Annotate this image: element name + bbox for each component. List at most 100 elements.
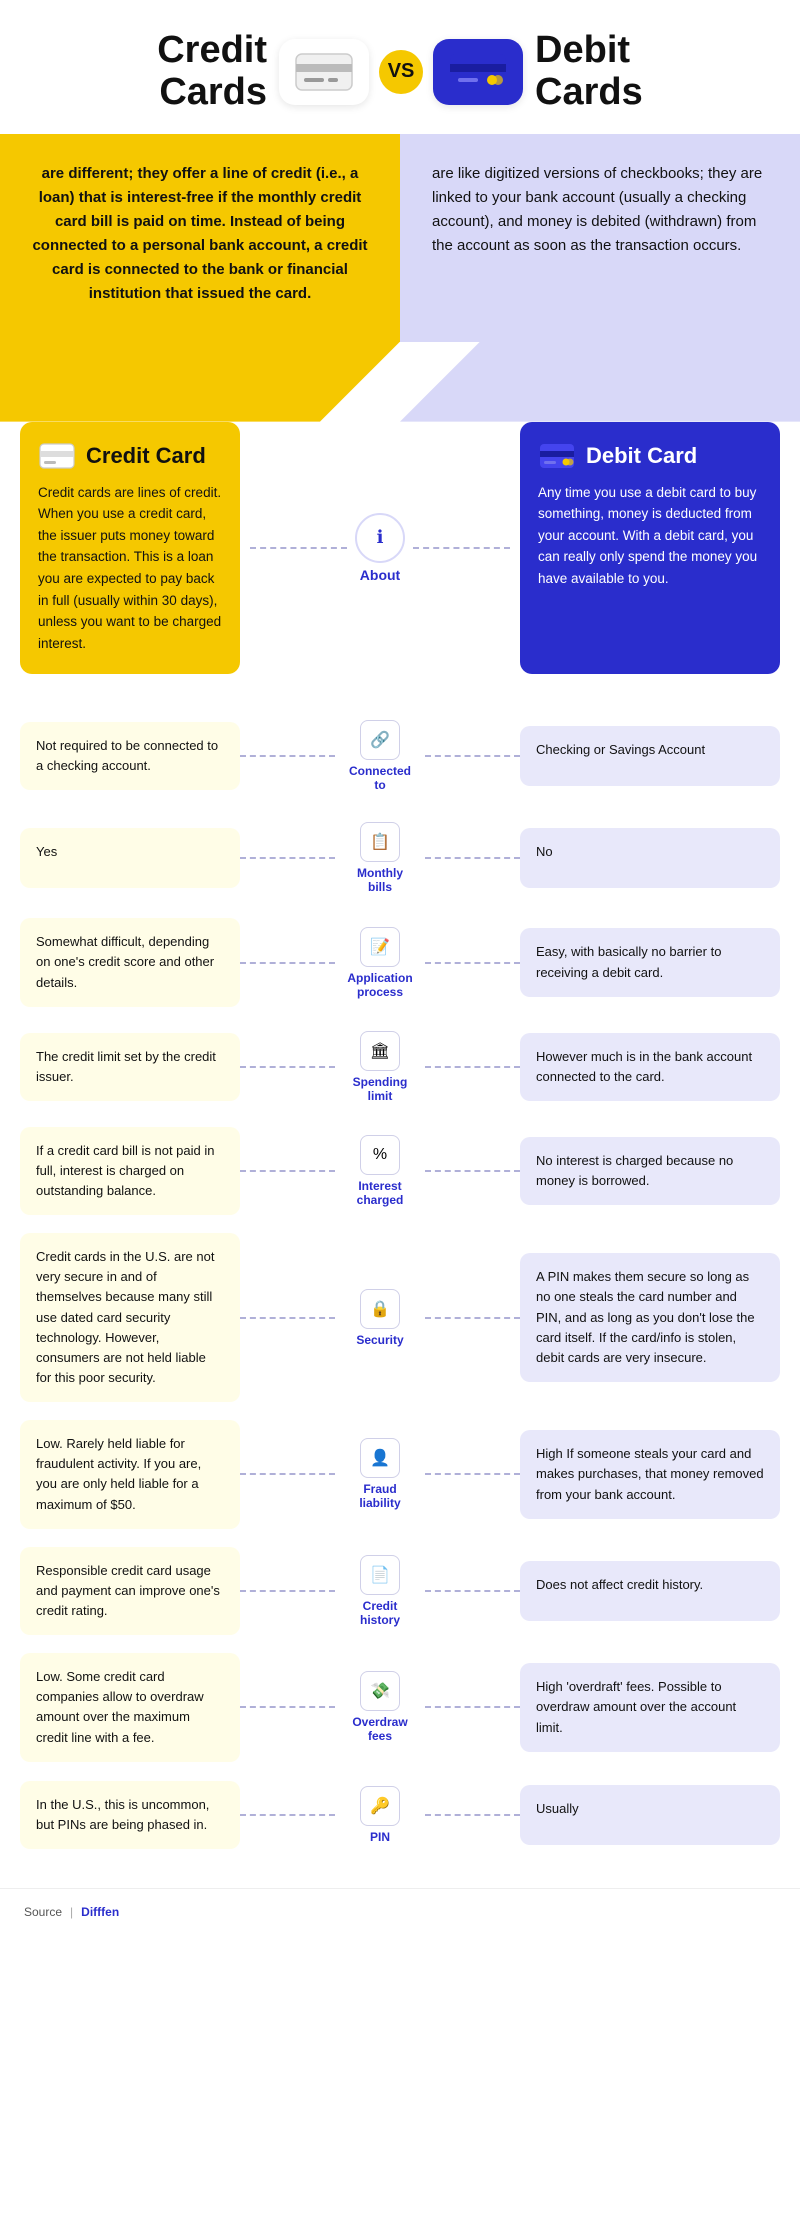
credit-card-icon [279, 39, 369, 105]
about-center: ℹ About [240, 422, 520, 675]
comparison-row: The credit limit set by the credit issue… [20, 1025, 780, 1109]
dashed-left-8 [240, 1706, 335, 1708]
comp-left-9: In the U.S., this is uncommon, but PINs … [20, 1781, 240, 1849]
intro-right: are like digitized versions of checkbook… [400, 134, 800, 342]
credit-card-small-icon [38, 442, 76, 470]
comp-center-8: 💸 Overdraw fees [335, 1665, 425, 1749]
comp-right-5: A PIN makes them secure so long as no on… [520, 1253, 780, 1382]
comp-center-3: 🏛 Spending limit [335, 1025, 425, 1109]
header-right: Debit Cards [433, 30, 643, 114]
comp-center-2: 📝 Application process [335, 921, 425, 1005]
dashed-left-0 [240, 755, 335, 757]
comparison-row: Responsible credit card usage and paymen… [20, 1547, 780, 1635]
credit-title: Credit Cards [157, 30, 267, 114]
diagonal-separator [0, 342, 800, 422]
comp-right-3: However much is in the bank account conn… [520, 1033, 780, 1101]
comparison-row: Low. Some credit card companies allow to… [20, 1653, 780, 1762]
footer-divider: | [70, 1905, 73, 1919]
comp-label-4: Interest charged [357, 1179, 404, 1207]
debit-title: Debit Cards [535, 30, 643, 114]
diagonal-right [400, 342, 800, 422]
footer-source: Source [24, 1905, 62, 1919]
comp-center-4: % Interest charged [335, 1129, 425, 1213]
footer-link[interactable]: Difffen [81, 1905, 119, 1919]
comp-right-2: Easy, with basically no barrier to recei… [520, 928, 780, 996]
comp-left-4: If a credit card bill is not paid in ful… [20, 1127, 240, 1215]
dashed-right-4 [425, 1170, 520, 1172]
comp-left-3: The credit limit set by the credit issue… [20, 1033, 240, 1101]
comp-center-7: 📄 Credit history [335, 1549, 425, 1633]
comp-icon-5: 🔒 [360, 1289, 400, 1329]
dashed-right-0 [425, 755, 520, 757]
about-credit-card: Credit Card Credit cards are lines of cr… [20, 422, 240, 675]
comp-center-0: 🔗 Connected to [335, 714, 425, 798]
comp-icon-7: 📄 [360, 1555, 400, 1595]
debit-card-small-icon [538, 442, 576, 470]
comp-right-4: No interest is charged because no money … [520, 1137, 780, 1205]
dashed-left-7 [240, 1590, 335, 1592]
comp-label-3: Spending limit [353, 1075, 408, 1103]
about-section: Credit Card Credit cards are lines of cr… [0, 422, 800, 705]
comp-right-0: Checking or Savings Account [520, 726, 780, 786]
comp-icon-4: % [360, 1135, 400, 1175]
comp-label-9: PIN [370, 1830, 390, 1844]
comp-left-6: Low. Rarely held liable for fraudulent a… [20, 1420, 240, 1529]
comp-right-8: High 'overdraft' fees. Possible to overd… [520, 1663, 780, 1751]
header-left: Credit Cards [157, 30, 369, 114]
comparison-row: If a credit card bill is not paid in ful… [20, 1127, 780, 1215]
comp-left-8: Low. Some credit card companies allow to… [20, 1653, 240, 1762]
comp-right-6: High If someone steals your card and mak… [520, 1430, 780, 1518]
about-debit-text: Any time you use a debit card to buy som… [538, 482, 762, 590]
comp-label-6: Fraud liability [359, 1482, 400, 1510]
dashed-left [250, 547, 347, 549]
debit-card-icon [433, 39, 523, 105]
comp-left-7: Responsible credit card usage and paymen… [20, 1547, 240, 1635]
comp-icon-3: 🏛 [360, 1031, 400, 1071]
intro-section: are different; they offer a line of cred… [0, 134, 800, 342]
about-credit-text: Credit cards are lines of credit. When y… [38, 482, 222, 655]
comp-icon-9: 🔑 [360, 1786, 400, 1826]
comparison-row: Not required to be connected to a checki… [20, 714, 780, 798]
dashed-right-8 [425, 1706, 520, 1708]
dashed-right-6 [425, 1473, 520, 1475]
header: Credit Cards VS Debit Cards [0, 0, 800, 134]
intro-left: are different; they offer a line of cred… [0, 134, 400, 342]
dashed-right-3 [425, 1066, 520, 1068]
dashed-right-2 [425, 962, 520, 964]
comp-center-5: 🔒 Security [335, 1283, 425, 1353]
comp-icon-2: 📝 [360, 927, 400, 967]
dashed-left-5 [240, 1317, 335, 1319]
dashed-right-5 [425, 1317, 520, 1319]
comp-center-1: 📋 Monthly bills [335, 816, 425, 900]
comp-icon-8: 💸 [360, 1671, 400, 1711]
footer: Source | Difffen [0, 1888, 800, 1935]
dashed-right-7 [425, 1590, 520, 1592]
dashed-left-1 [240, 857, 335, 859]
comparison-row: In the U.S., this is uncommon, but PINs … [20, 1780, 780, 1850]
diagonal-left [0, 342, 400, 422]
about-icon: ℹ [355, 513, 405, 563]
comp-left-0: Not required to be connected to a checki… [20, 722, 240, 790]
comp-label-8: Overdraw fees [352, 1715, 407, 1743]
comp-label-2: Application process [347, 971, 412, 999]
comp-icon-1: 📋 [360, 822, 400, 862]
comp-right-7: Does not affect credit history. [520, 1561, 780, 1621]
comp-right-1: No [520, 828, 780, 888]
dashed-left-6 [240, 1473, 335, 1475]
about-credit-title: Credit Card [38, 442, 222, 470]
comparison-row: Credit cards in the U.S. are not very se… [20, 1233, 780, 1402]
dashed-left-3 [240, 1066, 335, 1068]
dashed-left-9 [240, 1814, 335, 1816]
dashed-right [413, 547, 510, 549]
dashed-left-4 [240, 1170, 335, 1172]
comp-left-1: Yes [20, 828, 240, 888]
comp-icon-6: 👤 [360, 1438, 400, 1478]
dashed-left-2 [240, 962, 335, 964]
comparison-row: Somewhat difficult, depending on one's c… [20, 918, 780, 1006]
comp-label-0: Connected to [349, 764, 411, 792]
comp-label-5: Security [356, 1333, 403, 1347]
comp-center-9: 🔑 PIN [335, 1780, 425, 1850]
comp-label-1: Monthly bills [357, 866, 403, 894]
comp-right-9: Usually [520, 1785, 780, 1845]
about-label: About [360, 567, 400, 583]
